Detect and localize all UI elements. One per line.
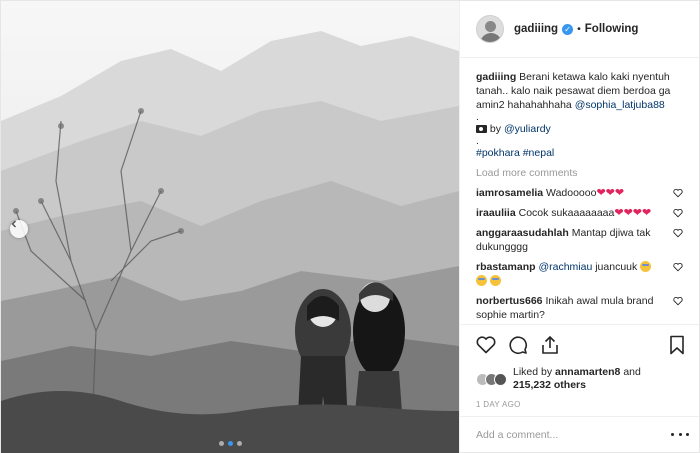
comment-like-heart-icon[interactable] (673, 208, 683, 218)
crying-face-emoji-icon (489, 275, 501, 286)
comment-like-heart-icon[interactable] (673, 296, 683, 306)
comment-username[interactable]: rbastamanp (476, 261, 536, 273)
comment-username[interactable]: anggaraasudahlah (476, 227, 569, 239)
heart-icon (476, 335, 496, 353)
comment-emoji: ❤❤❤❤ (614, 207, 652, 219)
author-username[interactable]: gadiiing (514, 23, 558, 35)
bookmark-icon (670, 335, 684, 354)
post-caption: gadiiing Berani ketawa kalo kaki nyentuh… (476, 70, 683, 160)
likes-summary: Liked by annamarten8 and 215,232 others (460, 364, 699, 394)
comment-item: norbertus666 Inikah awal mula brand soph… (476, 294, 683, 322)
comment-item: anggaraasudahlah Mantap djiwa tak dukung… (476, 226, 683, 254)
comment-icon (509, 335, 528, 354)
comment-button[interactable] (506, 333, 530, 357)
caption-credit-mention[interactable]: @yuliardy (504, 123, 551, 135)
hashtag-link[interactable]: #pokhara (476, 147, 520, 159)
crying-face-emoji-icon (640, 261, 652, 272)
comment-like-heart-icon[interactable] (673, 188, 683, 198)
more-options-button[interactable] (671, 430, 689, 440)
likes-prefix: Liked by (513, 366, 553, 378)
carousel-dot (218, 441, 224, 446)
caption-credit-prefix: by (489, 123, 502, 135)
carousel-dot (236, 441, 242, 446)
share-icon (542, 335, 558, 354)
comment-like-heart-icon[interactable] (673, 262, 683, 272)
carousel-dot-active (227, 441, 233, 446)
instagram-post: gadiiing ✓ • Following gadiiing Berani k… (0, 0, 700, 453)
comment-username[interactable]: iraauliia (476, 207, 516, 219)
load-more-comments-button[interactable]: Load more comments (476, 166, 683, 180)
carousel-prev-button[interactable] (10, 220, 28, 238)
comment-text: Wadooooo (546, 187, 597, 199)
likes-count-link[interactable]: 215,232 others (513, 379, 586, 391)
verified-badge-icon: ✓ (562, 23, 574, 35)
caption-hashtags: #pokhara #nepal (476, 146, 683, 160)
comment-text: Cocok sukaaaaaaaa (518, 207, 615, 219)
comment-emoji: ❤❤❤ (596, 187, 625, 199)
comment-text: juancuuk (595, 261, 638, 273)
author-avatar[interactable] (476, 15, 504, 43)
caption-dot: . (476, 135, 479, 147)
comment-like-heart-icon[interactable] (673, 228, 683, 238)
comment-item: rbastamanp @rachmiau juancuuk (476, 260, 683, 288)
caption-username[interactable]: gadiiing (476, 71, 516, 83)
share-button[interactable] (538, 333, 562, 357)
comment-username[interactable]: norbertus666 (476, 295, 543, 307)
more-options-icon (671, 433, 674, 436)
liker-avatars (476, 372, 507, 386)
comments-section: gadiiing Berani ketawa kalo kaki nyentuh… (460, 58, 699, 324)
camera-icon (476, 125, 487, 133)
liker-avatar (494, 372, 507, 386)
crying-face-emoji-icon (476, 275, 487, 286)
comment-mention-link[interactable]: @rachmiau (538, 261, 592, 273)
comment-item: iraauliia Cocok sukaaaaaaaa❤❤❤❤ (476, 206, 683, 220)
chevron-left-icon (11, 220, 17, 228)
caption-credit: by @yuliardy (476, 122, 683, 136)
hashtag-link[interactable]: #nepal (523, 147, 555, 159)
liker-username-link[interactable]: annamarten8 (555, 366, 620, 378)
mountain-landscape-image (1, 1, 459, 453)
save-button[interactable] (665, 333, 689, 357)
like-button[interactable] (474, 333, 498, 357)
caption-dot: . (476, 111, 479, 123)
comment-username[interactable]: iamrosamelia (476, 187, 543, 199)
follow-status-button[interactable]: Following (585, 23, 639, 35)
post-timestamp[interactable]: 1 DAY AGO (460, 394, 699, 416)
add-comment-input[interactable] (476, 428, 671, 441)
comment-item: iamrosamelia Wadooooo❤❤❤ (476, 186, 683, 200)
caption-mention-link[interactable]: @sophia_latjuba88 (575, 99, 665, 111)
likes-and: and (623, 366, 641, 378)
post-action-bar (460, 324, 699, 364)
post-side-panel: gadiiing ✓ • Following gadiiing Berani k… (459, 1, 699, 452)
post-header: gadiiing ✓ • Following (460, 1, 699, 58)
header-separator: • (577, 23, 581, 35)
add-comment-bar (460, 416, 699, 452)
post-photo[interactable] (1, 1, 459, 453)
carousel-indicator (1, 441, 459, 446)
